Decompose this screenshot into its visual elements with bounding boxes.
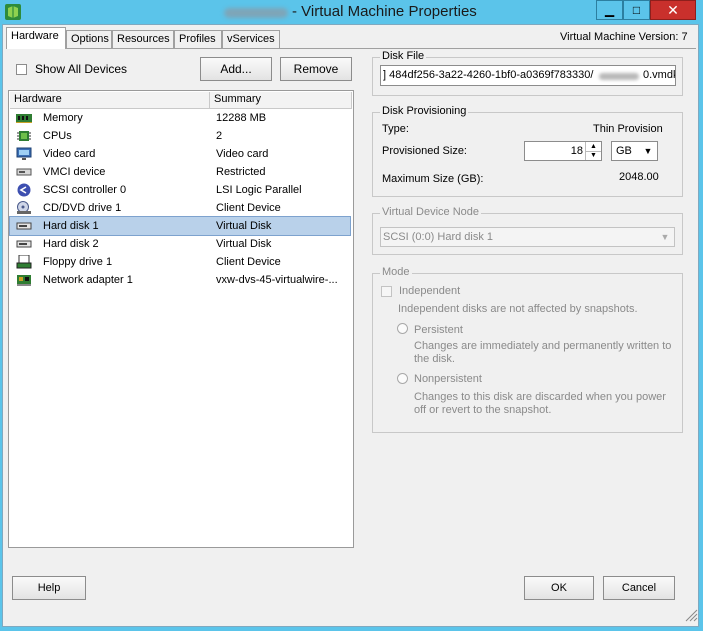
provision-type-value: Thin Provision xyxy=(593,123,663,135)
row-name: Network adapter 1 xyxy=(43,274,133,286)
provisioned-size-label: Provisioned Size: xyxy=(382,145,467,157)
tab-options[interactable]: Options xyxy=(66,30,112,48)
cancel-button[interactable]: Cancel xyxy=(603,576,675,600)
row-summary: Client Device xyxy=(216,256,281,268)
independent-checkbox[interactable] xyxy=(381,286,392,297)
chevron-down-icon[interactable]: ▼ xyxy=(658,230,672,244)
row-name: SCSI controller 0 xyxy=(43,184,127,196)
hard-disk-icon xyxy=(16,240,32,248)
hardware-list-header: Hardware Summary xyxy=(10,92,352,109)
disk-provisioning-label: Disk Provisioning xyxy=(380,105,469,117)
row-name: CD/DVD drive 1 xyxy=(43,202,122,214)
show-all-devices-label: Show All Devices xyxy=(35,62,128,76)
row-summary: LSI Logic Parallel xyxy=(216,184,302,196)
row-summary: Video card xyxy=(216,148,269,160)
row-summary: Virtual Disk xyxy=(216,220,272,232)
show-all-devices-checkbox[interactable] xyxy=(16,64,27,75)
virtual-device-node-value: SCSI (0:0) Hard disk 1 xyxy=(383,231,494,243)
hardware-row-scsi-controller[interactable]: SCSI controller 0 LSI Logic Parallel xyxy=(10,181,350,199)
hardware-row-hard-disk-1[interactable]: Hard disk 1 Virtual Disk xyxy=(9,216,351,236)
spinner-down-arrow-icon[interactable]: ▼ xyxy=(585,151,601,160)
provision-type-label: Type: xyxy=(382,123,409,135)
nonpersistent-description-line1: Changes to this disk are discarded when … xyxy=(414,391,666,403)
vm-version-label: Virtual Machine Version: 7 xyxy=(560,31,688,43)
persistent-description-line2: the disk. xyxy=(414,353,455,365)
disk-file-path-field[interactable]: ] 484df256-3a22-4260-1bf0-a0369f783330/ … xyxy=(380,65,676,86)
hardware-row-video-card[interactable]: Video card Video card xyxy=(10,145,350,163)
row-name: Hard disk 1 xyxy=(43,220,99,232)
scsi-icon xyxy=(17,183,31,197)
independent-label: Independent xyxy=(399,285,461,297)
resize-grip-icon[interactable] xyxy=(682,606,698,622)
provisioned-size-input[interactable]: 18 ▲ ▼ xyxy=(524,141,602,161)
persistent-radio[interactable] xyxy=(397,323,408,334)
size-unit-value: GB xyxy=(616,145,632,157)
hardware-row-memory[interactable]: Memory 12288 MB xyxy=(10,109,350,127)
row-name: Hard disk 2 xyxy=(43,238,99,250)
disk-file-label: Disk File xyxy=(380,50,427,62)
video-card-icon xyxy=(16,147,32,160)
disk-file-path-prefix: ] 484df256-3a22-4260-1bf0-a0369f783330/ xyxy=(383,69,594,81)
close-button[interactable]: ✕ xyxy=(650,0,696,20)
minimize-button[interactable]: ▁ xyxy=(596,0,623,20)
window-title: - Virtual Machine Properties xyxy=(292,3,477,20)
hardware-row-hard-disk-2[interactable]: Hard disk 2 Virtual Disk xyxy=(10,235,350,253)
row-name: VMCI device xyxy=(43,166,106,178)
persistent-description-line1: Changes are immediately and permanently … xyxy=(414,340,672,352)
column-summary[interactable]: Summary xyxy=(210,92,352,108)
hard-disk-icon xyxy=(16,222,32,230)
disk-file-redacted-segment xyxy=(599,73,639,80)
row-summary: vxw-dvs-45-virtualwire-... xyxy=(216,274,338,286)
nonpersistent-radio[interactable] xyxy=(397,373,408,384)
maximum-size-label: Maximum Size (GB): xyxy=(382,173,484,185)
maximize-button[interactable]: □ xyxy=(623,0,650,20)
column-hardware[interactable]: Hardware xyxy=(10,92,210,108)
title-redacted-vm-name xyxy=(224,8,288,18)
maximum-size-value: 2048.00 xyxy=(619,171,659,183)
floppy-icon xyxy=(16,255,32,269)
size-unit-select[interactable]: GB ▼ xyxy=(611,141,658,161)
row-summary: 12288 MB xyxy=(216,112,267,124)
provisioned-size-value: 18 xyxy=(570,145,583,157)
virtual-device-node-label: Virtual Device Node xyxy=(380,206,482,218)
memory-icon xyxy=(16,114,32,123)
mode-label: Mode xyxy=(380,266,412,278)
network-adapter-icon xyxy=(17,275,31,286)
tab-hardware[interactable]: Hardware xyxy=(6,27,66,49)
hardware-row-cd-dvd-drive[interactable]: CD/DVD drive 1 Client Device xyxy=(10,199,350,217)
remove-device-button[interactable]: Remove xyxy=(280,57,352,81)
vsphere-app-icon xyxy=(5,4,21,20)
independent-description: Independent disks are not affected by sn… xyxy=(398,303,638,315)
row-summary: Client Device xyxy=(216,202,281,214)
ok-button[interactable]: OK xyxy=(524,576,594,600)
row-name: Floppy drive 1 xyxy=(43,256,113,268)
row-summary: Virtual Disk xyxy=(216,238,272,250)
hardware-row-network-adapter[interactable]: Network adapter 1 vxw-dvs-45-virtualwire… xyxy=(10,271,350,289)
cd-dvd-icon xyxy=(17,201,31,214)
persistent-label: Persistent xyxy=(414,324,463,336)
nonpersistent-description-line2: off or revert to the snapshot. xyxy=(414,404,552,416)
tab-vservices[interactable]: vServices xyxy=(222,30,280,48)
disk-file-path-suffix: 0.vmdk xyxy=(643,69,676,81)
row-name: Video card xyxy=(43,148,96,160)
device-icon xyxy=(16,168,32,176)
row-name: CPUs xyxy=(43,130,72,142)
virtual-device-node-select[interactable]: SCSI (0:0) Hard disk 1 ▼ xyxy=(380,227,675,247)
row-summary: Restricted xyxy=(216,166,266,178)
cpu-icon xyxy=(17,131,31,141)
row-summary: 2 xyxy=(216,130,223,142)
hardware-row-cpus[interactable]: CPUs 2 xyxy=(10,127,350,145)
tab-resources[interactable]: Resources xyxy=(112,30,174,48)
hardware-row-vmci-device[interactable]: VMCI device Restricted xyxy=(10,163,350,181)
add-device-button[interactable]: Add... xyxy=(200,57,272,81)
tab-divider xyxy=(6,48,696,49)
row-name: Memory xyxy=(43,112,83,124)
nonpersistent-label: Nonpersistent xyxy=(414,373,482,385)
chevron-down-icon[interactable]: ▼ xyxy=(641,144,655,158)
tab-profiles[interactable]: Profiles xyxy=(174,30,222,48)
help-button[interactable]: Help xyxy=(12,576,86,600)
hardware-row-floppy-drive[interactable]: Floppy drive 1 Client Device xyxy=(10,253,350,271)
